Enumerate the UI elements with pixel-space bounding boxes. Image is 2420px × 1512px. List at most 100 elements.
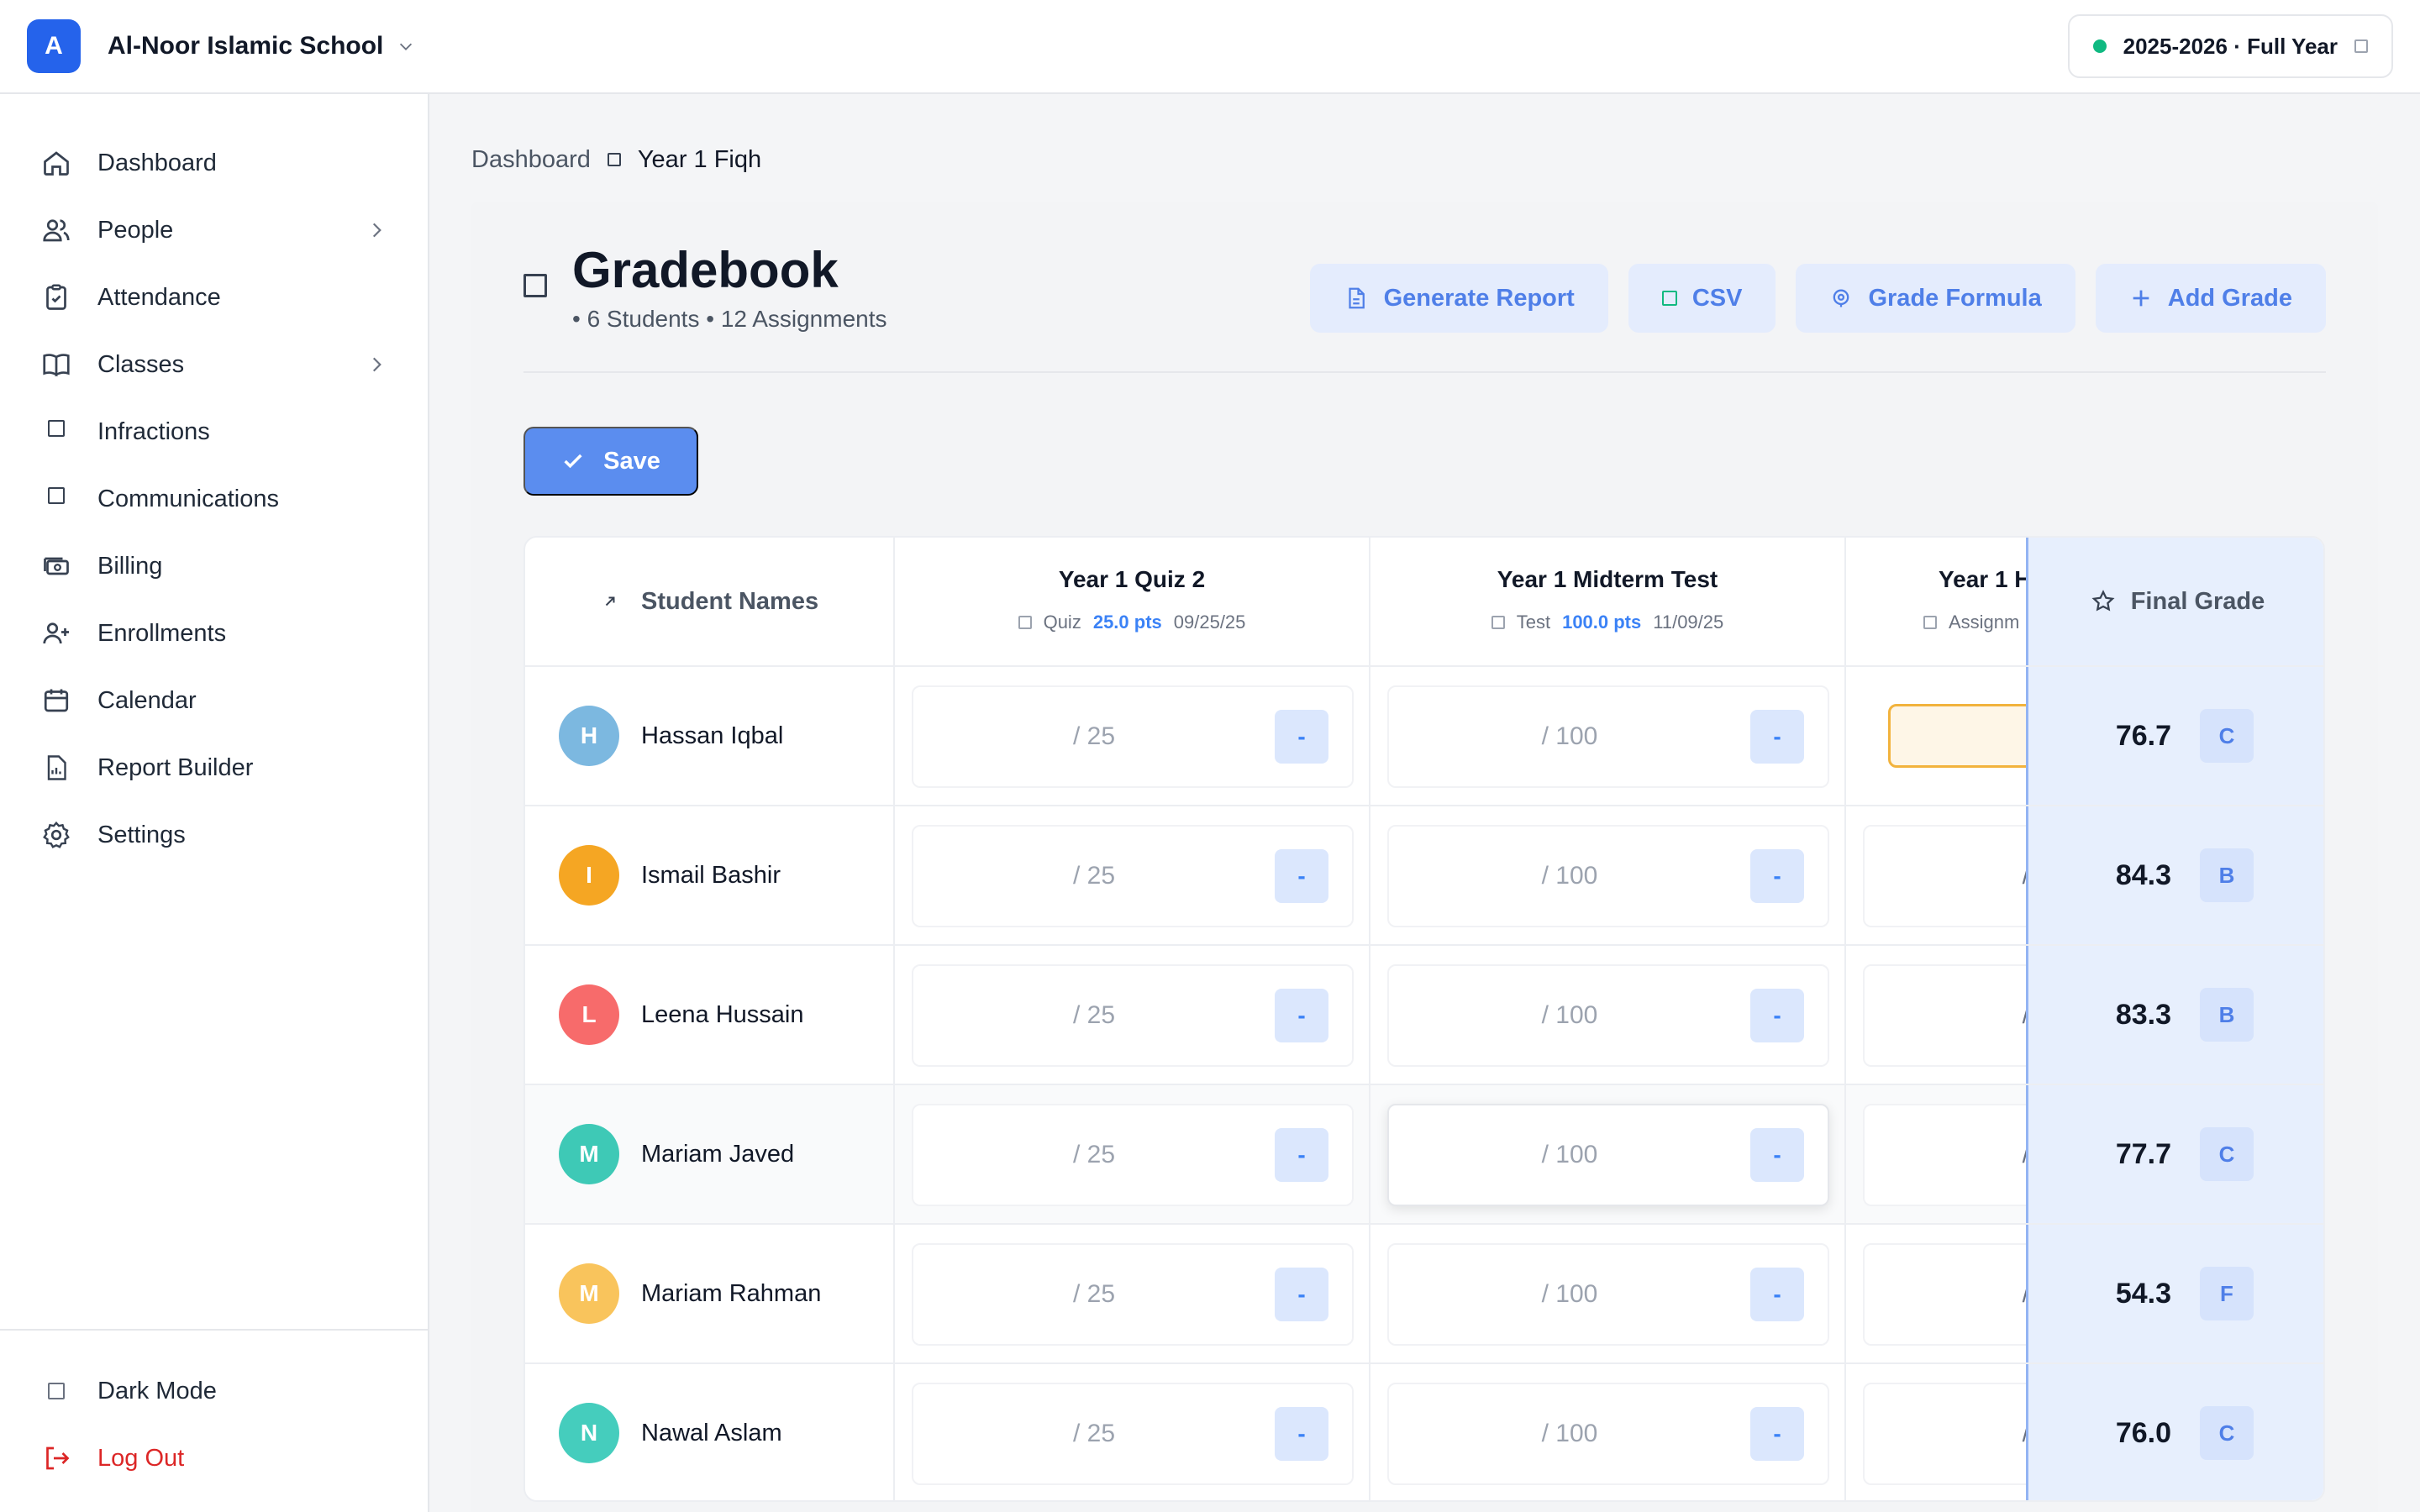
sidebar: Dashboard People Attendance Classes Infr… <box>0 94 429 1512</box>
assignment-header[interactable]: Year 1 H Assignm <box>1846 538 2026 633</box>
student-names-header[interactable]: Student Names <box>525 538 893 665</box>
student-cell[interactable]: M Mariam Javed <box>525 1085 893 1223</box>
table-row: I Ismail Bashir / 25 - / 100 - / 84.3 B <box>525 806 2323 946</box>
grade-input[interactable]: / 25 - <box>912 685 1354 788</box>
star-icon <box>2091 590 2115 612</box>
student-cell[interactable]: L Leena Hussain <box>525 946 893 1084</box>
breadcrumb-root[interactable]: Dashboard <box>471 146 591 174</box>
top-bar: A Al-Noor Islamic School 2025-2026 · Ful… <box>0 0 2420 94</box>
grade-input[interactable]: 9 <box>1888 704 2026 768</box>
exempt-button[interactable]: - <box>1750 1128 1804 1182</box>
student-cell[interactable]: N Nawal Aslam <box>525 1364 893 1500</box>
status-dot <box>2092 39 2107 53</box>
letter-grade-badge: C <box>2200 1406 2254 1460</box>
target-icon <box>1833 289 1849 307</box>
student-cell[interactable]: H Hassan Iqbal <box>525 667 893 805</box>
final-grade-cell: 54.3 F <box>2028 1225 2323 1362</box>
student-name[interactable]: Ismail Bashir <box>641 862 781 890</box>
grade-value: / 100 <box>1541 862 1598 890</box>
exempt-button[interactable]: - <box>1275 989 1328 1042</box>
square-icon <box>1491 616 1505 629</box>
grade-input[interactable]: / 25 - <box>912 1383 1354 1485</box>
grade-input[interactable]: / 100 - <box>1387 1243 1829 1346</box>
grade-input[interactable]: / <box>1863 964 2026 1067</box>
exempt-button[interactable]: - <box>1750 1268 1804 1321</box>
grade-input[interactable]: / <box>1863 1104 2026 1206</box>
student-name[interactable]: Hassan Iqbal <box>641 722 783 750</box>
sidebar-item-communications[interactable]: Communications <box>0 465 428 533</box>
avatar: N <box>559 1403 619 1463</box>
sidebar-item-label: Calendar <box>97 686 197 714</box>
exempt-button[interactable]: - <box>1275 710 1328 764</box>
csv-button[interactable]: CSV <box>1628 264 1776 333</box>
org-switcher[interactable]: A Al-Noor Islamic School <box>27 19 415 73</box>
sidebar-item-settings[interactable]: Settings <box>0 801 428 869</box>
grade-input[interactable]: / 25 - <box>912 1104 1354 1206</box>
grade-input[interactable]: / <box>1863 1383 2026 1485</box>
table-row: L Leena Hussain / 25 - / 100 - / 83.3 B <box>525 946 2323 1085</box>
grade-input[interactable]: / 25 - <box>912 964 1354 1067</box>
exempt-button[interactable]: - <box>1750 849 1804 903</box>
sidebar-item-attendance[interactable]: Attendance <box>0 264 428 331</box>
exempt-button[interactable]: - <box>1750 989 1804 1042</box>
grade-input[interactable]: / 25 - <box>912 1243 1354 1346</box>
logout-button[interactable]: Log Out <box>0 1425 428 1492</box>
logout-icon <box>40 1442 72 1474</box>
header-actions: Generate Report CSV Grade Formula Add Gr… <box>1309 264 2326 333</box>
org-logo: A <box>27 19 81 73</box>
grade-input[interactable]: / 100 - <box>1387 685 1829 788</box>
assignment-type: Assignm <box>1949 612 2020 633</box>
breadcrumb-current: Year 1 Fiqh <box>637 145 762 173</box>
grade-input[interactable]: / 100 - <box>1387 1104 1829 1206</box>
sidebar-item-billing[interactable]: Billing <box>0 533 428 600</box>
page-subtitle: • 6 Students • 12 Assignments <box>572 306 887 332</box>
grade-value: / 25 <box>1072 1001 1116 1029</box>
sidebar-item-report-builder[interactable]: Report Builder <box>0 734 428 801</box>
exempt-button[interactable]: - <box>1750 710 1804 764</box>
school-year-selector[interactable]: 2025-2026 · Full Year <box>2067 14 2393 78</box>
grade-input[interactable]: / <box>1863 1243 2026 1346</box>
student-cell[interactable]: M Mariam Rahman <box>525 1225 893 1362</box>
assignment-header[interactable]: Year 1 Midterm Test Test 100.0 pts 11/09… <box>1370 538 1844 633</box>
grade-formula-label: Grade Formula <box>1868 284 2042 312</box>
sidebar-item-people[interactable]: People <box>0 197 428 264</box>
generate-report-button[interactable]: Generate Report <box>1309 264 1608 333</box>
avatar: M <box>559 1263 619 1324</box>
sort-icon[interactable] <box>602 594 618 609</box>
table-body: H Hassan Iqbal / 25 - / 100 - 9 76.7 C I Ismail Ba… <box>525 667 2323 1500</box>
user-plus-icon <box>40 617 72 649</box>
square-icon <box>40 1375 72 1407</box>
exempt-button[interactable]: - <box>1275 1268 1328 1321</box>
student-name[interactable]: Mariam Rahman <box>641 1280 821 1308</box>
grade-formula-button[interactable]: Grade Formula <box>1796 264 2075 333</box>
exempt-button[interactable]: - <box>1275 1128 1328 1182</box>
exempt-button[interactable]: - <box>1750 1407 1804 1461</box>
sidebar-item-dashboard[interactable]: Dashboard <box>0 129 428 197</box>
exempt-button[interactable]: - <box>1275 849 1328 903</box>
final-grade-label: Final Grade <box>2130 587 2265 615</box>
student-name[interactable]: Mariam Javed <box>641 1141 794 1168</box>
save-button[interactable]: Save <box>523 427 698 496</box>
grade-input[interactable]: / <box>1863 825 2026 927</box>
grade-input[interactable]: / 100 - <box>1387 825 1829 927</box>
sidebar-item-infractions[interactable]: Infractions <box>0 398 428 465</box>
exempt-button[interactable]: - <box>1275 1407 1328 1461</box>
chevron-down-icon[interactable] <box>397 37 415 55</box>
student-cell[interactable]: I Ismail Bashir <box>525 806 893 944</box>
add-grade-button[interactable]: Add Grade <box>2095 264 2326 333</box>
grade-input[interactable]: / 100 - <box>1387 1383 1829 1485</box>
student-name[interactable]: Nawal Aslam <box>641 1420 782 1447</box>
org-name[interactable]: Al-Noor Islamic School <box>108 32 383 60</box>
final-grade-value: 54.3 <box>2115 1277 2171 1310</box>
dark-mode-toggle[interactable]: Dark Mode <box>0 1357 428 1425</box>
sidebar-item-classes[interactable]: Classes <box>0 331 428 398</box>
sidebar-item-enrollments[interactable]: Enrollments <box>0 600 428 667</box>
sidebar-item-calendar[interactable]: Calendar <box>0 667 428 734</box>
final-grade-header[interactable]: Final Grade <box>2028 538 2323 665</box>
table-row: M Mariam Rahman / 25 - / 100 - / 54.3 F <box>525 1225 2323 1364</box>
logout-label: Log Out <box>97 1444 185 1472</box>
grade-input[interactable]: / 25 - <box>912 825 1354 927</box>
grade-input[interactable]: / 100 - <box>1387 964 1829 1067</box>
student-name[interactable]: Leena Hussain <box>641 1001 803 1029</box>
assignment-header[interactable]: Year 1 Quiz 2 Quiz 25.0 pts 09/25/25 <box>895 538 1369 633</box>
